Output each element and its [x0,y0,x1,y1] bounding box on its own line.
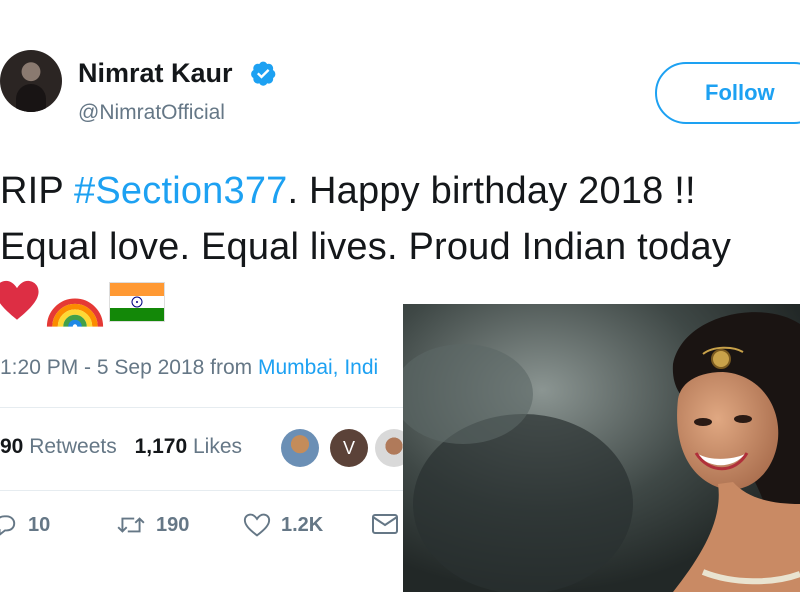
retweets-label[interactable]: Retweets [29,435,117,458]
heart-outline-icon [243,513,271,537]
tweet-timestamp: 1:20 PM - 5 Sep 2018 from Mumbai, Indi [0,356,378,380]
likes-label[interactable]: Likes [193,435,242,458]
likes-count[interactable]: 1,170 [135,435,188,458]
retweet-icon [117,517,145,533]
like-button[interactable]: 1.2K [243,512,323,538]
portrait-photo-illustration [403,304,800,592]
divider [0,490,410,491]
retweet-count: 190 [156,513,190,536]
tweet-text-suffix: . Happy birthday 2018 !! [287,170,696,212]
tweet-location-link[interactable]: Mumbai, Indi [258,356,378,379]
envelope-icon [372,514,398,534]
hashtag-link[interactable]: #Section377 [74,170,287,212]
retweets-count[interactable]: 90 [0,435,23,458]
reply-button[interactable]: 10 [0,512,50,538]
tweet-text-prefix: RIP [0,170,75,212]
avatar[interactable] [0,50,62,112]
tweet-actions: 10 190 1.2K [0,512,410,552]
tweet-text-line-1: RIP #Section377. Happy birthday 2018 !! [0,170,696,213]
tweet-time-date[interactable]: 1:20 PM - 5 Sep 2018 from [0,356,258,379]
divider [0,407,410,408]
reply-count: 10 [28,513,51,536]
like-count: 1.2K [281,513,324,536]
tweet-text-line-2: Equal love. Equal lives. Proud Indian to… [0,226,732,268]
portrait-photo [403,304,800,592]
liker-avatar[interactable]: V [330,429,368,467]
verified-badge-icon [251,61,276,86]
red-heart-icon [0,280,39,320]
profile-name[interactable]: Nimrat Kaur [78,58,233,89]
reply-icon [0,515,16,536]
profile-handle[interactable]: @NimratOfficial [78,101,225,125]
retweet-button[interactable]: 190 [116,512,189,538]
tweet-stats: 90 Retweets 1,170 Likes [0,435,242,459]
india-flag-icon [109,282,165,322]
liker-avatar[interactable] [281,429,319,467]
rainbow-icon [46,298,104,327]
follow-button[interactable]: Follow [655,62,800,124]
direct-message-button[interactable] [371,512,399,536]
